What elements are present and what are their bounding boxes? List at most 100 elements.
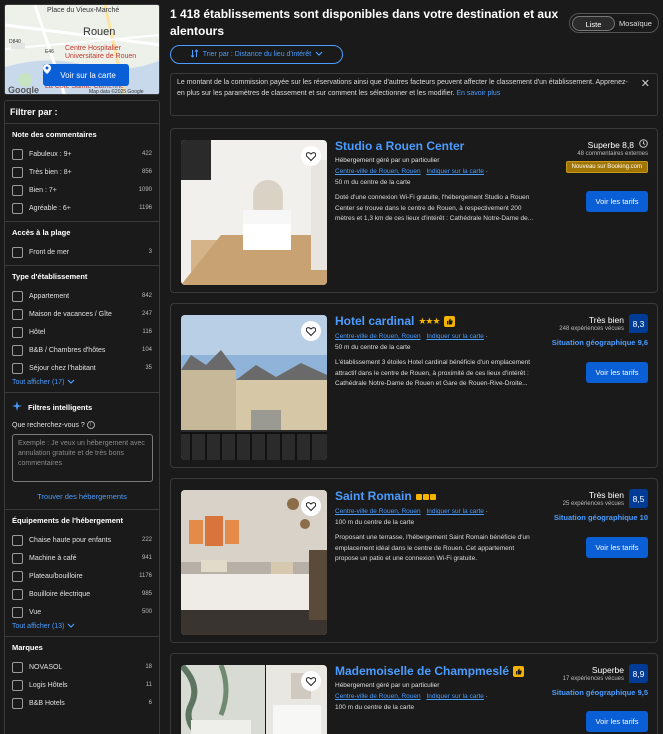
heart-icon[interactable]: [301, 671, 321, 691]
see-prices-button[interactable]: Voir les tarifs: [586, 191, 648, 212]
filter-option[interactable]: Plateau/bouilloire 1176: [12, 567, 152, 585]
smart-filters-title: Filtres intelligents: [28, 402, 93, 412]
show-on-map-link[interactable]: Indiquer sur la carte: [426, 508, 483, 515]
property-photo[interactable]: [181, 140, 327, 285]
filter-option[interactable]: Hôtel 116: [12, 323, 152, 341]
filter-option[interactable]: NOVASOL 18: [12, 658, 152, 676]
filter-option-label: Séjour chez l'habitant: [29, 364, 96, 372]
close-icon[interactable]: ✕: [641, 79, 650, 90]
show-on-map-link[interactable]: Indiquer sur la carte: [426, 333, 483, 340]
review-count: 17 expériences vécues: [562, 676, 624, 682]
checkbox[interactable]: [12, 661, 23, 673]
property-description: L'établissement 3 étoiles Hotel cardinal…: [335, 359, 531, 387]
show-all-equipment-link[interactable]: Tout afficher (13): [12, 621, 152, 632]
score-label: Très bien: [588, 490, 624, 500]
info-icon[interactable]: i: [86, 421, 95, 429]
view-list-button[interactable]: Liste: [572, 15, 615, 31]
filter-option[interactable]: Séjour chez l'habitant 35: [12, 359, 152, 377]
checkbox[interactable]: [12, 308, 23, 320]
score-badge[interactable]: 8,5: [629, 489, 648, 508]
map-label-hospital: Centre Hospitalier Universitaire de Roue…: [65, 45, 137, 60]
smart-question-label: Que recherchez-vous ? i: [12, 421, 152, 429]
smart-filter-textarea[interactable]: Exemple : Je veux un hébergement avec an…: [12, 434, 153, 482]
filter-section-title: Type d'établissement: [12, 272, 88, 281]
view-grid-button[interactable]: Mosaïque: [615, 16, 656, 31]
checkbox[interactable]: [12, 588, 23, 600]
map-preview[interactable]: Place du Vieux-Marché Rouen Centre Hospi…: [4, 4, 160, 95]
filter-option[interactable]: Maison de vacances / Gîte 247: [12, 305, 152, 323]
checkbox[interactable]: [12, 679, 23, 691]
filter-option[interactable]: Front de mer 3: [12, 243, 152, 261]
filter-option[interactable]: Très bien : 8+ 856: [12, 163, 152, 181]
filter-section-type: Type d'établissement Appartement 842 Maiso…: [5, 266, 159, 393]
property-card: Saint Romain Centre-ville de Rouen, Roue…: [170, 478, 658, 643]
checkbox[interactable]: [12, 246, 23, 258]
see-prices-button[interactable]: Voir les tarifs: [586, 537, 648, 558]
filter-option-label: Hôtel: [29, 328, 46, 336]
learn-more-link[interactable]: En savoir plus: [456, 90, 500, 97]
filter-option-label: Appartement: [29, 292, 70, 300]
filter-section-title: Accès à la plage: [12, 228, 71, 237]
filter-option[interactable]: Bouilloire électrique 985: [12, 585, 152, 603]
filter-option[interactable]: Fabuleux : 9+ 422: [12, 145, 152, 163]
checkbox[interactable]: [12, 552, 23, 564]
filter-option[interactable]: Chaise haute pour enfants 222: [12, 531, 152, 549]
property-name-text: Mademoiselle de Champmeslé: [335, 664, 510, 678]
see-prices-button[interactable]: Voir les tarifs: [586, 711, 648, 732]
review-count: 25 expériences vécues: [562, 501, 624, 507]
checkbox[interactable]: [12, 326, 23, 338]
score-badge[interactable]: 8,9: [629, 664, 648, 683]
filter-option[interactable]: Bien : 7+ 1090: [12, 181, 152, 199]
filter-option[interactable]: Machine à café 941: [12, 549, 152, 567]
property-photo[interactable]: [181, 665, 327, 734]
property-photo[interactable]: [181, 315, 327, 460]
see-prices-button[interactable]: Voir les tarifs: [586, 362, 648, 383]
score-label: Superbe: [591, 665, 624, 675]
smart-question-text: Que recherchez-vous ?: [12, 421, 85, 429]
filter-option[interactable]: B&B Hotels 6: [12, 694, 152, 712]
checkbox[interactable]: [12, 534, 23, 546]
map-label-road-2: E46: [45, 49, 54, 55]
area-link[interactable]: Centre-ville de Rouen, Rouen: [335, 168, 421, 175]
filter-option[interactable]: Vue 500: [12, 603, 152, 621]
filter-option[interactable]: Agréable : 6+ 1196: [12, 199, 152, 217]
checkbox[interactable]: [12, 290, 23, 302]
property-description: Proposant une terrasse, l'hébergement Sa…: [335, 534, 530, 562]
filter-option[interactable]: Logis Hôtels 11: [12, 676, 152, 694]
checkbox[interactable]: [12, 606, 23, 618]
checkbox[interactable]: [12, 166, 23, 178]
property-photo[interactable]: [181, 490, 327, 635]
chevron-down-icon: [315, 51, 323, 58]
area-link[interactable]: Centre-ville de Rouen, Rouen: [335, 508, 421, 515]
checkbox[interactable]: [12, 344, 23, 356]
checkbox[interactable]: [12, 202, 23, 214]
checkbox[interactable]: [12, 697, 23, 709]
area-link[interactable]: Centre-ville de Rouen, Rouen: [335, 693, 421, 700]
show-all-types-link[interactable]: Tout afficher (17): [12, 377, 152, 388]
area-link[interactable]: Centre-ville de Rouen, Rouen: [335, 333, 421, 340]
show-on-map-link[interactable]: Indiquer sur la carte: [426, 168, 483, 175]
show-all-label: Tout afficher (17): [12, 379, 65, 386]
map-label-road: D840: [9, 39, 21, 45]
property-name-text: Studio a Rouen Center: [335, 139, 465, 153]
sort-button[interactable]: Trier par : Distance du lieu d'intérêt: [170, 45, 343, 64]
filter-option[interactable]: B&B / Chambres d'hôtes 104: [12, 341, 152, 359]
heart-icon[interactable]: [301, 496, 321, 516]
score-badge[interactable]: 8,3: [629, 314, 648, 333]
checkbox[interactable]: [12, 570, 23, 582]
sidebar: Place du Vieux-Marché Rouen Centre Hospi…: [4, 4, 160, 734]
heart-icon[interactable]: [301, 321, 321, 341]
score-row: Très bien 25 expériences vécues 8,5: [518, 489, 648, 508]
filter-option[interactable]: Appartement 842: [12, 287, 152, 305]
heart-icon[interactable]: [301, 146, 321, 166]
checkbox[interactable]: [12, 184, 23, 196]
filters-panel: Filtrer par : Note des commentaires Fabu…: [4, 100, 160, 734]
show-on-map-button[interactable]: Voir sur la carte: [43, 64, 129, 86]
filter-option-count: 104: [141, 347, 152, 353]
checkbox[interactable]: [12, 362, 23, 374]
property-name-text: Saint Romain: [335, 489, 412, 503]
checkbox[interactable]: [12, 148, 23, 160]
show-on-map-link[interactable]: Indiquer sur la carte: [426, 693, 483, 700]
review-count: 248 expériences vécues: [559, 326, 624, 332]
find-accommodation-button[interactable]: Trouver des hébergements: [12, 492, 152, 501]
